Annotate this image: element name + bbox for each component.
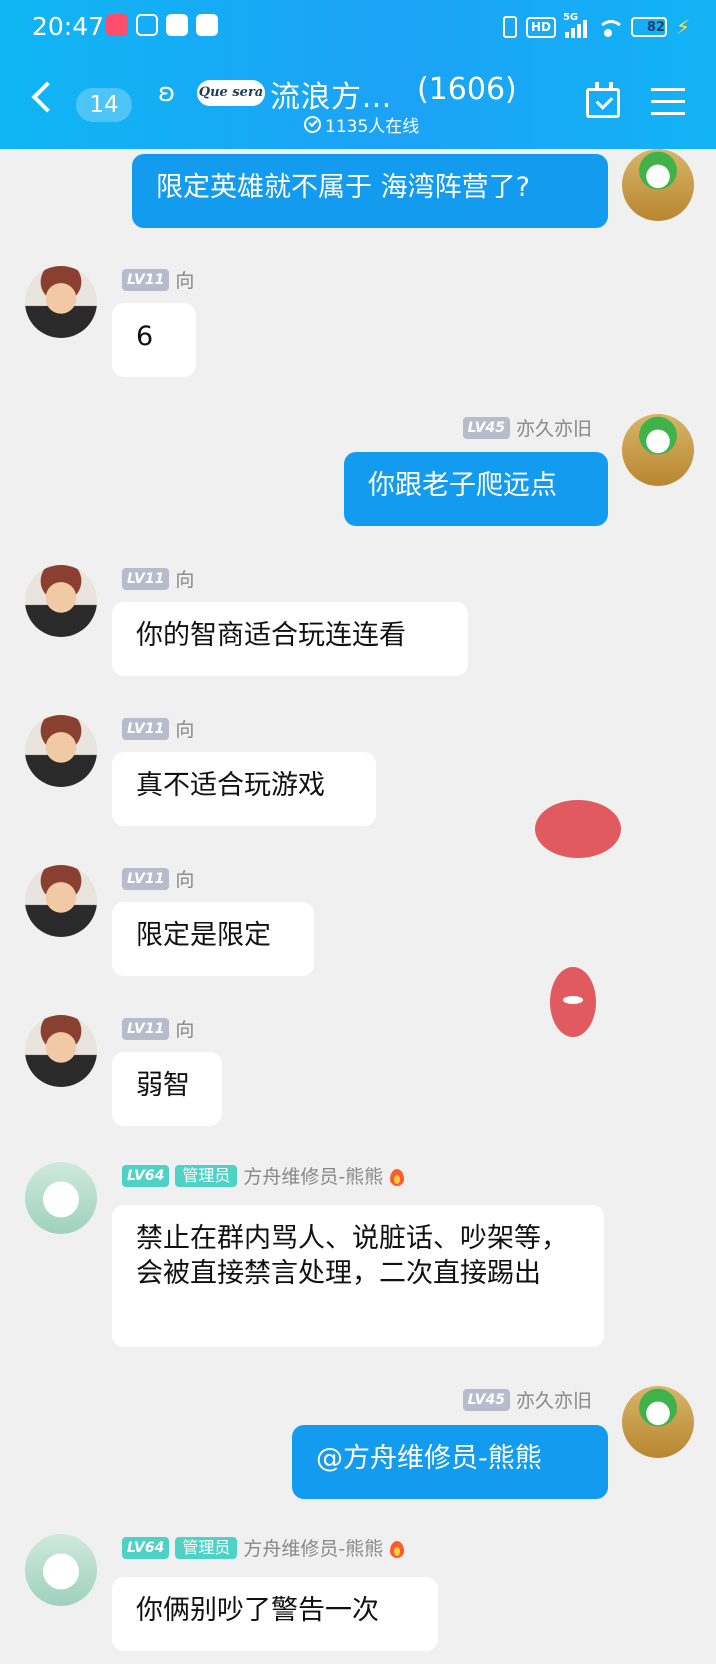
app-notification-icon	[136, 14, 158, 36]
level-badge: LV11	[122, 268, 170, 291]
status-time: 20:47	[32, 12, 105, 41]
message-item: LV45 亦久亦旧 @方舟维修员-熊熊	[0, 1386, 716, 1526]
message-bubble[interactable]: 你俩别吵了警告一次	[112, 1577, 438, 1651]
sender-name[interactable]: 亦久亦旧	[516, 414, 592, 441]
avatar[interactable]	[25, 565, 97, 637]
message-bubble[interactable]: 限定英雄就不属于 海湾阵营了?	[132, 154, 608, 228]
sender-info: LV11 向	[122, 715, 194, 742]
charging-icon: ⚡	[675, 15, 690, 39]
battery-icon: 82	[630, 17, 667, 37]
hd-icon: HD	[525, 16, 556, 38]
battery-level: 82	[646, 19, 665, 35]
sender-info: LV64 管理员 方舟维修员-熊熊	[122, 1534, 405, 1561]
unread-count-badge[interactable]: 14	[76, 88, 132, 122]
level-badge: LV45	[462, 416, 510, 439]
sender-info: LV64 管理员 方舟维修员-熊熊	[122, 1162, 405, 1189]
app-notification-icon	[106, 14, 128, 36]
fire-icon	[389, 1538, 405, 1558]
message-item: LV11 向 你的智商适合玩连连看	[0, 565, 716, 705]
redaction-mark	[535, 800, 621, 858]
avatar[interactable]	[622, 414, 694, 486]
message-item: LV11 向 限定是限定	[0, 865, 716, 1005]
sender-name[interactable]: 向	[175, 1015, 194, 1042]
sender-name[interactable]: 向	[175, 865, 194, 892]
level-badge: LV64	[122, 1164, 170, 1187]
group-logo: Que sera	[197, 80, 265, 106]
notification-icons	[106, 14, 218, 36]
sender-info: LV11 向	[122, 266, 194, 293]
message-item: LV11 向 弱智	[0, 1015, 716, 1155]
avatar[interactable]	[25, 715, 97, 787]
message-bubble[interactable]: 你的智商适合玩连连看	[112, 602, 468, 676]
message-item: 限定英雄就不属于 海湾阵营了?	[0, 149, 716, 229]
message-bubble[interactable]: 禁止在群内骂人、说脏话、吵架等，会被直接禁言处理，二次直接踢出	[112, 1205, 604, 1347]
sender-info: LV11 向	[122, 865, 194, 892]
message-bubble[interactable]: 弱智	[112, 1052, 222, 1126]
redaction-mark	[550, 967, 596, 1037]
level-badge: LV64	[122, 1536, 170, 1559]
chat-area[interactable]: 限定英雄就不属于 海湾阵营了? LV11 向 6 LV45 亦久亦旧 你跟老子爬…	[0, 149, 716, 1664]
sender-info: LV45 亦久亦旧	[462, 1386, 592, 1413]
avatar[interactable]	[25, 1162, 97, 1234]
avatar[interactable]	[25, 1534, 97, 1606]
message-bubble[interactable]: 限定是限定	[112, 902, 314, 976]
check-circle-icon	[304, 116, 321, 133]
sender-name[interactable]: 方舟维修员-熊熊	[243, 1162, 383, 1189]
sender-info: LV45 亦久亦旧	[462, 414, 592, 441]
sender-info: LV11 向	[122, 1015, 194, 1042]
sender-name[interactable]: 向	[175, 266, 194, 293]
level-badge: LV11	[122, 567, 170, 590]
message-item: LV11 向 6	[0, 266, 716, 406]
sender-name[interactable]: 向	[175, 565, 194, 592]
sender-name[interactable]: 方舟维修员-熊熊	[243, 1534, 383, 1561]
online-status: 1135人在线	[304, 112, 419, 137]
avatar[interactable]	[25, 1015, 97, 1087]
fire-icon	[389, 1166, 405, 1186]
group-title[interactable]: 流浪方…	[270, 72, 392, 116]
member-count[interactable]: (1606)	[417, 72, 517, 107]
admin-badge: 管理员	[175, 1536, 238, 1559]
admin-badge: 管理员	[175, 1164, 238, 1187]
message-bubble[interactable]: 真不适合玩游戏	[112, 752, 376, 826]
network-label: 5G	[562, 12, 579, 23]
avatar[interactable]	[622, 1386, 694, 1458]
avatar[interactable]	[25, 865, 97, 937]
message-bubble[interactable]: 你跟老子爬远点	[344, 452, 608, 526]
online-count: 1135人在线	[325, 117, 420, 137]
level-badge: LV11	[122, 717, 170, 740]
header-bar: 20:47 HD 5G 82 ⚡ 14 ʚ Que sera 流浪方… (160…	[0, 0, 716, 149]
signal-icon: 5G	[563, 12, 587, 38]
calendar-check-icon[interactable]	[586, 82, 620, 118]
app-notification-icon	[166, 14, 188, 36]
menu-icon[interactable]	[651, 88, 685, 116]
level-badge: LV11	[122, 867, 170, 890]
sender-info: LV11 向	[122, 565, 194, 592]
message-item: LV64 管理员 方舟维修员-熊熊 禁止在群内骂人、说脏话、吵架等，会被直接禁言…	[0, 1162, 716, 1362]
wifi-icon	[596, 17, 622, 37]
avatar[interactable]	[25, 266, 97, 338]
status-indicators: HD 5G 82 ⚡	[502, 12, 690, 39]
sender-name[interactable]: 向	[175, 715, 194, 742]
message-bubble[interactable]: 6	[112, 303, 196, 377]
vibrate-icon	[502, 16, 517, 38]
level-badge: LV45	[462, 1388, 510, 1411]
avatar[interactable]	[622, 149, 694, 221]
message-item: LV45 亦久亦旧 你跟老子爬远点	[0, 414, 716, 554]
back-arrow-icon[interactable]	[31, 81, 63, 113]
sender-name[interactable]: 亦久亦旧	[516, 1386, 592, 1413]
app-notification-icon	[196, 14, 218, 36]
level-badge: LV11	[122, 1017, 170, 1040]
message-item: LV64 管理员 方舟维修员-熊熊 你俩别吵了警告一次	[0, 1534, 716, 1664]
message-bubble[interactable]: @方舟维修员-熊熊	[292, 1425, 608, 1499]
ear-icon[interactable]: ʚ	[158, 78, 175, 108]
